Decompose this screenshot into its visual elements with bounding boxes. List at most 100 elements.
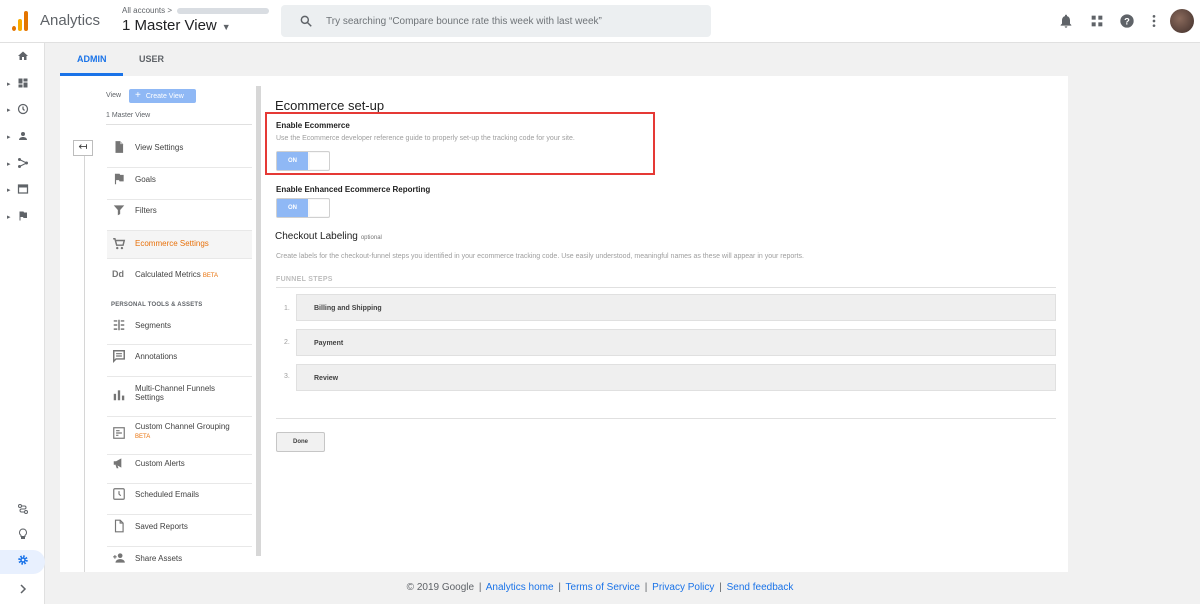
menu-item-view-settings[interactable]: View Settings: [107, 140, 252, 168]
copyright: © 2019 Google: [406, 582, 475, 593]
funnel-step-input[interactable]: Billing and Shipping: [296, 294, 1056, 321]
back-button[interactable]: ↤: [73, 140, 93, 156]
clock-icon: [113, 488, 125, 500]
svg-text:?: ?: [1124, 16, 1130, 26]
attribution-icon: [18, 504, 28, 514]
account-breadcrumb[interactable]: All accounts >: [122, 6, 270, 15]
menu-item-label: Share Assets: [135, 554, 183, 563]
privacy-link[interactable]: Privacy Policy: [652, 582, 714, 593]
caret-down-icon: ▼: [221, 22, 231, 32]
nav-audience[interactable]: ▸: [0, 126, 45, 150]
menu-item-scheduled-emails[interactable]: Scheduled Emails: [107, 487, 252, 515]
menu-item-custom-channel-grouping[interactable]: Custom Channel Grouping BETA: [107, 419, 252, 455]
flag-icon: [114, 173, 124, 185]
step-number: 3.: [284, 373, 290, 380]
send-feedback-link[interactable]: Send feedback: [727, 582, 794, 593]
menu-item-label: Saved Reports: [135, 522, 188, 531]
footer-separator: |: [558, 582, 561, 593]
expand-arrow-icon: ▸: [7, 134, 11, 141]
tab-user[interactable]: USER: [139, 54, 164, 64]
terms-link[interactable]: Terms of Service: [566, 582, 640, 593]
menu-item-label: Scheduled Emails: [135, 490, 200, 499]
search-input[interactable]: [326, 12, 696, 30]
menu-item-calculated-metrics[interactable]: Dd Calculated Metrics BETA: [107, 267, 252, 295]
view-selector[interactable]: 1 Master View ▼: [122, 17, 231, 34]
nav-customization[interactable]: ▸: [0, 73, 45, 97]
nav-behavior[interactable]: ▸: [0, 179, 45, 203]
nav-realtime[interactable]: ▸: [0, 99, 45, 123]
footer: © 2019 Google | Analytics home | Terms o…: [0, 582, 1200, 593]
nav-attribution[interactable]: [0, 499, 45, 523]
analytics-home-link[interactable]: Analytics home: [486, 582, 554, 593]
enable-ecommerce-toggle[interactable]: ON: [276, 151, 330, 171]
menu-item-label: Ecommerce Settings: [135, 239, 209, 248]
menu-item-multi-channel-funnels[interactable]: Multi-Channel Funnels Settings: [107, 381, 252, 417]
tab-admin[interactable]: ADMIN: [77, 54, 107, 64]
lightbulb-icon: [19, 528, 27, 539]
checkout-labeling-title: Checkout Labeling optional: [275, 231, 382, 242]
footer-separator: |: [719, 582, 722, 593]
menu-item-label: Custom Alerts: [135, 459, 185, 468]
menu-item-ecommerce-settings[interactable]: Ecommerce Settings: [107, 231, 252, 259]
footer-separator: |: [644, 582, 648, 593]
nav-discover[interactable]: [0, 524, 45, 548]
divider: [276, 287, 1056, 288]
section-label: PERSONAL TOOLS & ASSETS: [111, 302, 203, 308]
checkout-labeling-help: Create labels for the checkout-funnel st…: [276, 253, 805, 260]
divider: [107, 376, 252, 377]
analytics-logo-icon[interactable]: [12, 11, 28, 31]
enable-ecommerce-help: Use the Ecommerce developer reference gu…: [276, 135, 575, 142]
divider: [107, 483, 252, 484]
divider: [84, 156, 85, 572]
blurred-account-name: [177, 7, 270, 14]
nav-home[interactable]: [0, 46, 45, 70]
scrollbar[interactable]: [256, 86, 261, 556]
step-number: 1.: [284, 305, 290, 312]
toggle-on-label: ON: [277, 199, 308, 217]
create-view-button[interactable]: + Create View: [129, 89, 196, 103]
comment-icon: [113, 350, 125, 363]
document-icon: [114, 519, 124, 533]
person-icon: [19, 132, 27, 140]
menu-item-saved-reports[interactable]: Saved Reports: [107, 519, 252, 547]
menu-item-custom-alerts[interactable]: Custom Alerts: [107, 456, 252, 484]
help-icon[interactable]: ?: [1119, 13, 1135, 29]
menu-item-share-assets[interactable]: Share Assets: [107, 551, 252, 571]
segments-icon: [113, 319, 125, 331]
divider: [107, 199, 252, 200]
menu-item-label: Multi-Channel Funnels Settings: [135, 384, 216, 402]
divider: [276, 418, 1056, 419]
view-name-selector[interactable]: 1 Master View: [106, 112, 150, 119]
menu-item-segments[interactable]: Segments: [107, 318, 252, 346]
menu-item-filters[interactable]: Filters: [107, 203, 252, 231]
menu-item-goals[interactable]: Goals: [107, 172, 252, 200]
divider: [107, 344, 252, 345]
bar-chart-icon: [113, 390, 125, 401]
funnel-step-input[interactable]: Payment: [296, 329, 1056, 356]
flag-icon: [19, 211, 27, 221]
divider: [107, 546, 252, 547]
enhanced-ecommerce-toggle[interactable]: ON: [276, 198, 330, 218]
nav-conversions[interactable]: ▸: [0, 206, 45, 230]
user-avatar[interactable]: [1170, 9, 1194, 33]
divider: [107, 258, 252, 259]
behavior-icon: [17, 184, 29, 194]
menu-item-label: Segments: [135, 321, 172, 330]
more-vert-icon[interactable]: [1146, 13, 1162, 29]
menu-item-annotations[interactable]: Annotations: [107, 349, 252, 377]
view-selector-label: 1 Master View: [122, 17, 217, 34]
app-name: Analytics: [40, 12, 101, 29]
page-title: Ecommerce set-up: [275, 98, 385, 113]
menu-item-label: Calculated Metrics BETA: [135, 270, 219, 279]
beta-badge: BETA: [202, 273, 219, 279]
done-button[interactable]: Done: [276, 432, 325, 452]
nav-admin[interactable]: [0, 550, 45, 574]
bell-icon[interactable]: [1058, 13, 1074, 29]
expand-arrow-icon: ▸: [7, 214, 11, 221]
dashboard-icon: [18, 78, 28, 88]
funnel-step-input[interactable]: Review: [296, 364, 1056, 391]
funnel-steps-label: FUNNEL STEPS: [276, 276, 333, 283]
apps-grid-icon[interactable]: [1089, 13, 1105, 29]
nav-acquisition[interactable]: ▸: [0, 153, 45, 177]
search-bar[interactable]: [281, 5, 711, 37]
